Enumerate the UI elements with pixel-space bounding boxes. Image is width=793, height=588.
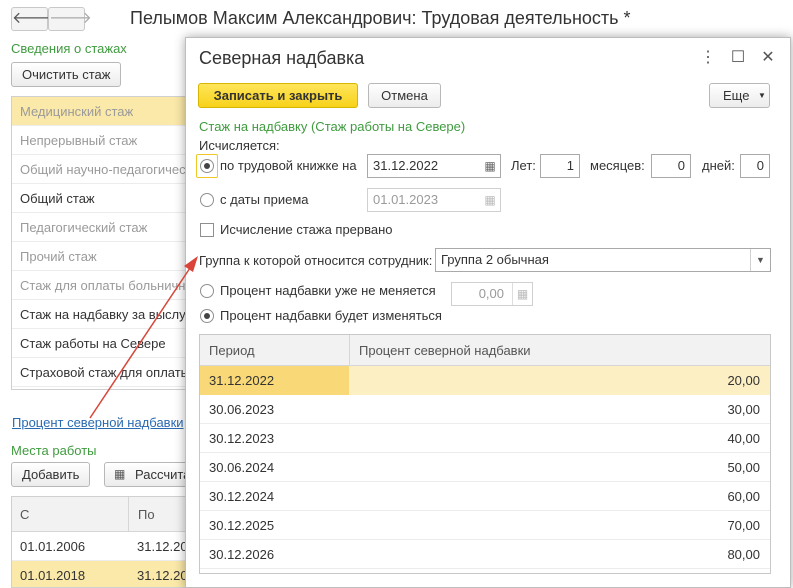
table-cell: 30.12.2026 <box>209 547 275 562</box>
group-label: Группа к которой относится сотрудник: <box>199 253 433 268</box>
years-input[interactable]: 1 <box>540 154 580 178</box>
group-select-value: Группа 2 обычная <box>441 252 549 267</box>
table-cell: 30,00 <box>727 402 760 417</box>
forward-button[interactable]: 🡒 <box>48 7 92 31</box>
table-row[interactable]: 01.01.2006 31.12.2017 <box>12 532 190 561</box>
list-item[interactable]: Стаж работы на Севере <box>12 329 190 358</box>
stazh-list: Медицинский стаж Непрерывный стаж Общий … <box>11 96 191 390</box>
table-row[interactable]: 30.06.2024 50,00 <box>200 453 770 482</box>
percent-link[interactable]: Процент северной надбавки <box>12 415 184 430</box>
days-label: дней: <box>702 158 735 173</box>
workbook-date-value: 31.12.2022 <box>373 158 439 173</box>
workplaces-table: С По 01.01.2006 31.12.2017 01.01.2018 31… <box>11 496 191 588</box>
list-item[interactable]: Прочий стаж <box>12 242 190 271</box>
table-cell: 40,00 <box>727 431 760 446</box>
list-item[interactable]: Страховой стаж для оплаты больничных <box>12 358 190 387</box>
list-item[interactable]: Стаж для оплаты больничных <box>12 271 190 300</box>
calculator-icon: ▦ <box>512 283 532 305</box>
page-title: Пелымов Максим Александрович: Трудовая д… <box>130 8 631 28</box>
table-cell: 70,00 <box>727 518 760 533</box>
list-item[interactable]: Стаж на надбавку за выслугу лет <box>12 300 190 329</box>
workbook-date-input[interactable]: 31.12.2022 ▦ <box>367 154 501 178</box>
section-title: Стаж на надбавку (Стаж работы на Севере) <box>199 119 466 134</box>
column-header-to[interactable]: По <box>128 497 155 532</box>
years-label: Лет: <box>511 158 536 173</box>
more-button[interactable]: Еще ▼ <box>709 83 770 108</box>
calendar-icon[interactable]: ▦ <box>480 155 500 177</box>
months-input[interactable]: 0 <box>651 154 691 178</box>
table-cell: 31.12.2022 <box>209 373 275 388</box>
close-icon[interactable]: ✕ <box>759 48 777 68</box>
section-workplaces-title: Места работы <box>11 443 97 458</box>
days-input[interactable]: 0 <box>740 154 770 178</box>
table-cell: 30.12.2024 <box>209 489 275 504</box>
radio-from-hire-date[interactable] <box>200 193 214 207</box>
hire-date-value: 01.01.2023 <box>373 192 439 207</box>
months-label: месяцев: <box>590 158 645 173</box>
save-close-button[interactable]: Записать и закрыть <box>198 83 358 108</box>
column-header-from[interactable]: С <box>20 497 29 532</box>
add-workplace-button[interactable]: Добавить <box>11 462 91 487</box>
table-row[interactable]: 30.12.2026 80,00 <box>200 540 770 569</box>
table-row[interactable]: 30.12.2024 60,00 <box>200 482 770 511</box>
group-select[interactable]: Группа 2 обычная ▼ <box>435 248 771 272</box>
hire-date-input: 01.01.2023 ▦ <box>367 188 501 212</box>
dialog-title: Северная надбавка <box>199 48 365 68</box>
column-header-period[interactable]: Период <box>209 335 255 366</box>
table-header: Период Процент северной надбавки <box>200 335 770 366</box>
fixed-percent-value: 0,00 <box>478 286 504 301</box>
more-vertical-icon[interactable]: ⋮ <box>699 48 717 68</box>
table-row[interactable]: 30.06.2023 30,00 <box>200 395 770 424</box>
radio-percent-changing-label[interactable]: Процент надбавки будет изменяться <box>220 308 442 323</box>
table-cell: 20,00 <box>727 373 760 388</box>
table-cell: 30.12.2025 <box>209 518 275 533</box>
radio-by-workbook-label[interactable]: по трудовой книжке на <box>220 158 357 173</box>
table-cell: 30.12.2023 <box>209 431 275 446</box>
column-header-percent[interactable]: Процент северной надбавки <box>349 335 531 366</box>
radio-by-workbook[interactable] <box>200 159 214 173</box>
radio-percent-fixed[interactable] <box>200 284 214 298</box>
table-cell: 31.12.2022 <box>137 568 190 583</box>
interrupted-label[interactable]: Исчисление стажа прервано <box>220 222 393 237</box>
table-cell: 31.12.2017 <box>137 539 190 554</box>
more-button-label: Еще <box>723 88 750 103</box>
table-cell: 30.06.2023 <box>209 402 275 417</box>
table-cell: 01.01.2018 <box>20 568 86 583</box>
list-item[interactable]: Медицинский стаж <box>12 97 190 126</box>
section-stazh-title: Сведения о стажах <box>11 41 127 56</box>
table-cell: 80,00 <box>727 547 760 562</box>
list-item[interactable]: Общий стаж <box>12 184 190 213</box>
table-row[interactable]: 31.12.2022 20,00 <box>200 366 770 395</box>
north-bonus-dialog: Северная надбавка ⋮ ☐ ✕ Записать и закры… <box>185 37 791 588</box>
radio-percent-changing[interactable] <box>200 309 214 323</box>
percent-table: Период Процент северной надбавки 31.12.2… <box>199 334 771 574</box>
fixed-percent-input: 0,00 ▦ <box>451 282 533 306</box>
chevron-down-icon[interactable]: ▼ <box>750 249 770 271</box>
table-cell: 01.01.2006 <box>20 539 86 554</box>
radio-percent-fixed-label[interactable]: Процент надбавки уже не меняется <box>220 283 436 298</box>
back-button[interactable]: 🡐 <box>11 7 55 31</box>
list-item[interactable]: Общий научно-педагогический стаж <box>12 155 190 184</box>
arrow-right-icon: 🡒 <box>49 10 92 27</box>
chevron-down-icon: ▼ <box>758 91 766 100</box>
table-cell: 30.06.2024 <box>209 460 275 475</box>
table-header: С По <box>12 497 190 532</box>
calc-label: Исчисляется: <box>199 138 280 153</box>
table-cell: 50,00 <box>727 460 760 475</box>
list-item[interactable]: Педагогический стаж <box>12 213 190 242</box>
table-row[interactable]: 01.01.2018 31.12.2022 <box>12 561 190 587</box>
clear-stazh-button[interactable]: Очистить стаж <box>11 62 122 87</box>
radio-from-hire-date-label[interactable]: с даты приема <box>220 192 308 207</box>
interrupted-checkbox[interactable] <box>200 223 214 237</box>
table-row[interactable]: 30.12.2025 70,00 <box>200 511 770 540</box>
calculator-icon: ▦ <box>114 467 126 481</box>
table-row[interactable]: 30.12.2023 40,00 <box>200 424 770 453</box>
maximize-icon[interactable]: ☐ <box>729 48 747 68</box>
cancel-button[interactable]: Отмена <box>368 83 441 108</box>
calculate-button[interactable]: ▦ Рассчитать <box>104 462 194 487</box>
list-item[interactable]: Непрерывный стаж <box>12 126 190 155</box>
table-cell: 60,00 <box>727 489 760 504</box>
calendar-icon: ▦ <box>484 193 496 207</box>
